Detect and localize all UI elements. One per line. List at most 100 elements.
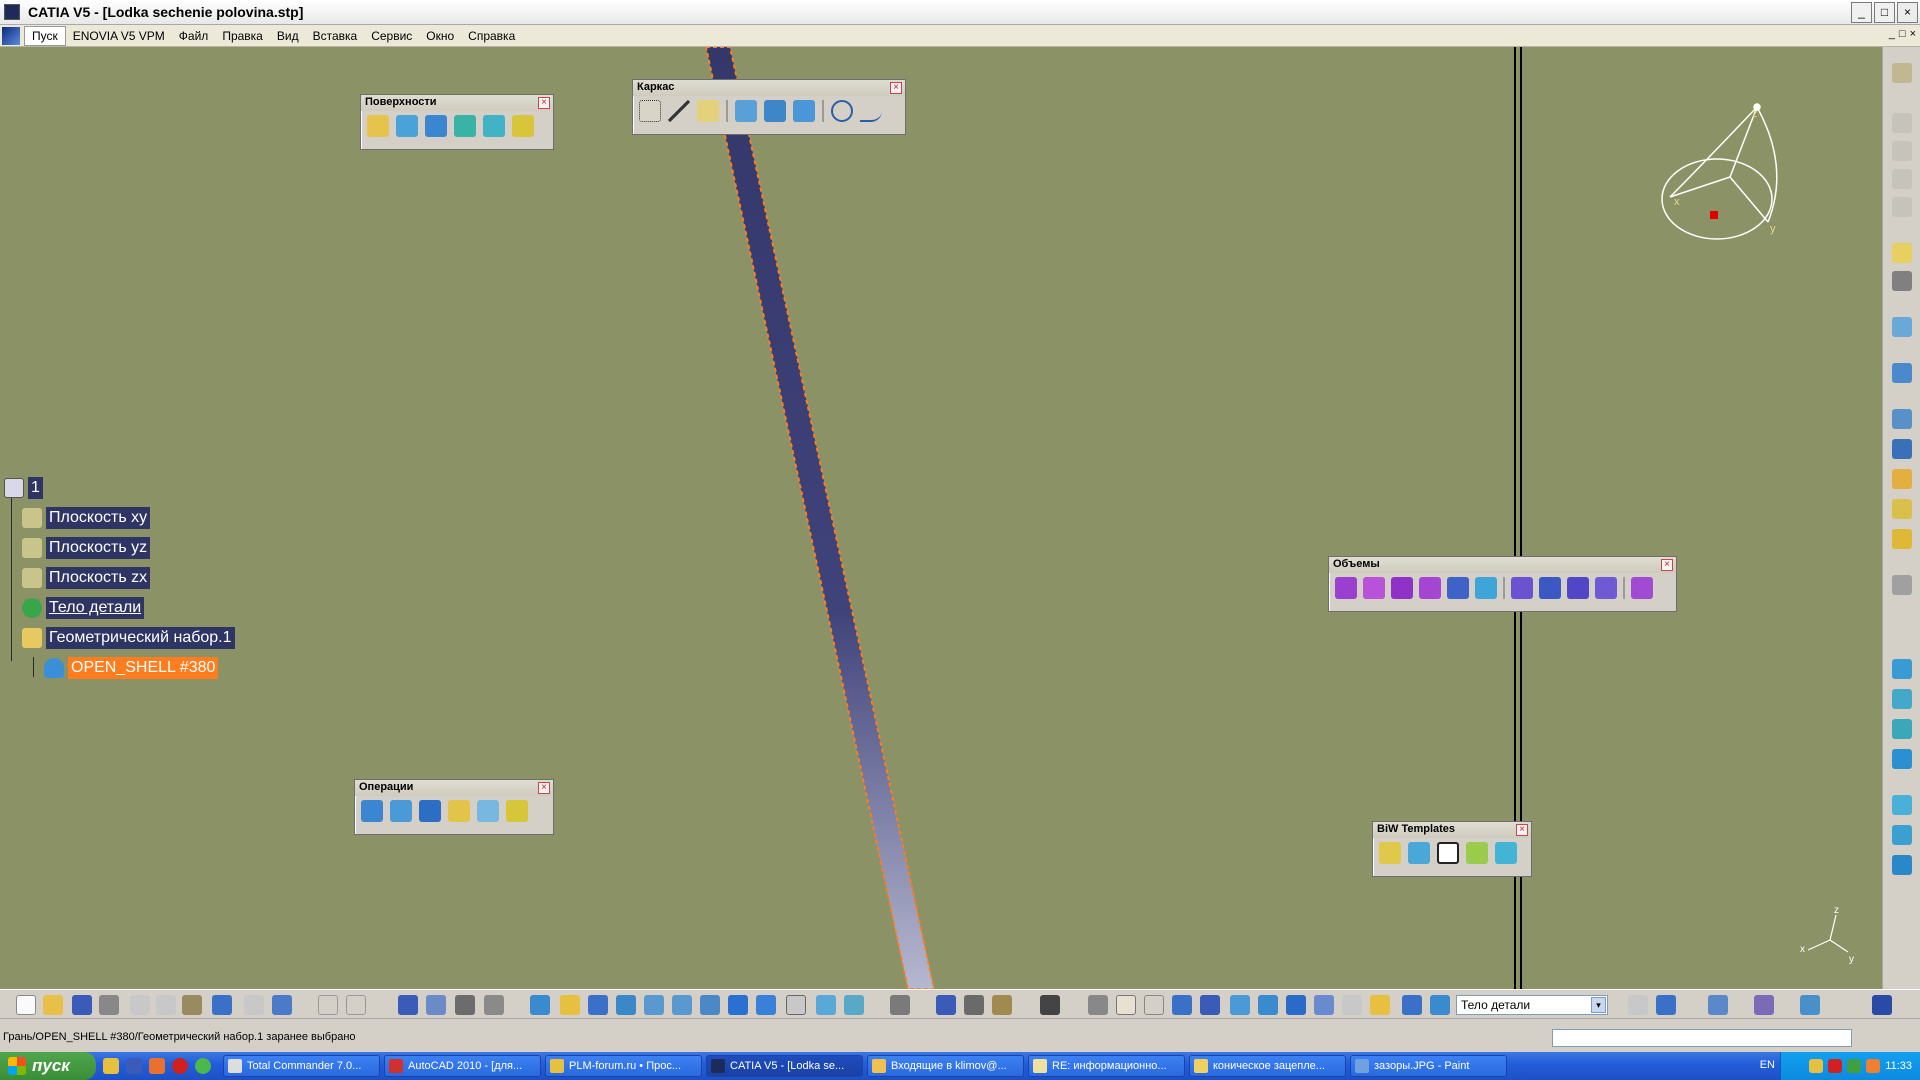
- window-split-icon[interactable]: [1656, 995, 1676, 1015]
- volume-intersect-icon[interactable]: [1567, 577, 1589, 599]
- volume-extrude-icon[interactable]: [1335, 577, 1357, 599]
- tree-view-icon[interactable]: [1172, 995, 1192, 1015]
- menu-enovia[interactable]: ENOVIA V5 VPM: [66, 27, 172, 45]
- tools-icon[interactable]: [1892, 575, 1912, 595]
- sketch-analysis-icon[interactable]: [890, 995, 910, 1015]
- rotate-icon[interactable]: [616, 995, 636, 1015]
- toolbar-operations[interactable]: Операции ×: [354, 779, 554, 835]
- snap-icon[interactable]: [1892, 271, 1912, 291]
- volume-thick-icon[interactable]: [1447, 577, 1469, 599]
- sweep-surface-icon[interactable]: [425, 115, 447, 137]
- surface-analysis-icon[interactable]: [1892, 659, 1912, 679]
- plane-icon[interactable]: [697, 100, 719, 122]
- search-icon[interactable]: [1370, 995, 1390, 1015]
- biw-bead-icon[interactable]: [1495, 842, 1517, 864]
- hand-icon[interactable]: [1116, 995, 1136, 1015]
- projection-icon[interactable]: [735, 100, 757, 122]
- volume-add-icon[interactable]: [1511, 577, 1533, 599]
- tray-icon[interactable]: [1809, 1059, 1824, 1073]
- ordered-set-icon[interactable]: [1258, 995, 1278, 1015]
- tree-item-geometric-set[interactable]: Геометрический набор.1: [22, 627, 235, 649]
- measure-inertia-icon[interactable]: [992, 995, 1012, 1015]
- toolbar-surfaces[interactable]: Поверхности ×: [360, 94, 554, 150]
- measure-between-icon[interactable]: [936, 995, 956, 1015]
- tree-item-open-shell[interactable]: OPEN_SHELL #380: [44, 657, 219, 679]
- toolbar-biw-templates[interactable]: BiW Templates ×: [1372, 821, 1532, 877]
- mdi-close-button[interactable]: ×: [1910, 28, 1916, 40]
- volume-revolve-icon[interactable]: [1363, 577, 1385, 599]
- volume-split-icon[interactable]: [1631, 577, 1653, 599]
- task-catia[interactable]: CATIA V5 - [Lodka se...: [706, 1055, 863, 1077]
- circle-icon[interactable]: [831, 100, 853, 122]
- opera-icon[interactable]: [172, 1058, 188, 1074]
- pan-icon[interactable]: [588, 995, 608, 1015]
- start-button[interactable]: пуск: [0, 1052, 96, 1080]
- formula-icon[interactable]: [318, 995, 338, 1015]
- blend-icon[interactable]: [1892, 825, 1912, 845]
- language-indicator[interactable]: EN: [1760, 1059, 1775, 1071]
- menu-view[interactable]: Вид: [270, 27, 306, 45]
- tray-icon[interactable]: [1828, 1059, 1843, 1073]
- select-arrow-icon[interactable]: [1892, 243, 1912, 263]
- compass-icon[interactable]: [1661, 103, 1778, 240]
- toolbar-close-button[interactable]: ×: [538, 782, 550, 794]
- tree-item-plane-yz[interactable]: Плоскость yz: [22, 537, 151, 559]
- cut-icon[interactable]: [130, 995, 150, 1015]
- sketcher-icon[interactable]: [1892, 317, 1912, 337]
- toolbar-title[interactable]: Объемы: [1329, 557, 1676, 573]
- toolbar-title[interactable]: Операции: [355, 780, 553, 796]
- floppy-icon[interactable]: [126, 1058, 142, 1074]
- print-icon[interactable]: [99, 995, 119, 1015]
- connect-icon[interactable]: [1892, 719, 1912, 739]
- grid-display-icon[interactable]: [1200, 995, 1220, 1015]
- volume-close-icon[interactable]: [1475, 577, 1497, 599]
- split-icon[interactable]: [390, 800, 412, 822]
- law-icon[interactable]: [1892, 469, 1912, 489]
- biw-diabolo-icon[interactable]: [1408, 842, 1430, 864]
- tray-icon[interactable]: [1866, 1059, 1881, 1073]
- knowledge-icon[interactable]: [426, 995, 446, 1015]
- menu-window[interactable]: Окно: [419, 27, 461, 45]
- offset-icon[interactable]: [793, 100, 815, 122]
- spell-check-icon[interactable]: [1708, 995, 1728, 1015]
- menu-edit[interactable]: Правка: [215, 27, 270, 45]
- window-layout-icon[interactable]: [1628, 995, 1648, 1015]
- draft-analysis-icon[interactable]: [1892, 749, 1912, 769]
- close-button[interactable]: ×: [1897, 2, 1918, 23]
- task-inbox[interactable]: Входящие в klimov@...: [867, 1055, 1024, 1077]
- toolbar-title[interactable]: Каркас: [633, 80, 905, 96]
- menu-file[interactable]: Файл: [172, 27, 216, 45]
- multi-view-icon[interactable]: [728, 995, 748, 1015]
- menu-tools[interactable]: Сервис: [364, 27, 419, 45]
- swap-visible-icon[interactable]: [844, 995, 864, 1015]
- curvature-icon[interactable]: [1892, 689, 1912, 709]
- zoom-in-icon[interactable]: [644, 995, 664, 1015]
- task-folder[interactable]: коническое зацепле...: [1189, 1055, 1346, 1077]
- table-icon[interactable]: [398, 995, 418, 1015]
- whats-this-icon[interactable]: [272, 995, 292, 1015]
- toolbar-close-button[interactable]: ×: [890, 82, 902, 94]
- menu-help[interactable]: Справка: [461, 27, 522, 45]
- fill-surface-icon[interactable]: [454, 115, 476, 137]
- shape-icon[interactable]: [1892, 795, 1912, 815]
- redo-icon[interactable]: [244, 995, 264, 1015]
- fly-mode-icon[interactable]: [530, 995, 550, 1015]
- toolbar-volumes[interactable]: Объемы ×: [1328, 556, 1677, 612]
- extrapolate-icon[interactable]: [506, 800, 528, 822]
- fit-all-icon[interactable]: [560, 995, 580, 1015]
- tree-item-plane-zx[interactable]: Плоскость zx: [22, 567, 151, 589]
- current-body-select[interactable]: Тело детали ▾: [1456, 995, 1608, 1015]
- tree-item-plane-xy[interactable]: Плоскость xy: [22, 507, 151, 529]
- output-icon[interactable]: [1892, 363, 1912, 383]
- iso-view-icon[interactable]: [756, 995, 776, 1015]
- 3d-viewport[interactable]: x y z z x y 1 Плоскость xy Плоскость yz: [0, 47, 1882, 989]
- toolbar-close-button[interactable]: ×: [1661, 559, 1673, 571]
- loft-surface-icon[interactable]: [483, 115, 505, 137]
- tray-icon[interactable]: [1847, 1059, 1862, 1073]
- chrome-icon[interactable]: [103, 1058, 119, 1074]
- icq-icon[interactable]: [195, 1058, 211, 1074]
- biw-mating-flange-icon[interactable]: [1466, 842, 1488, 864]
- fillet-icon[interactable]: [419, 800, 441, 822]
- undo-icon[interactable]: [212, 995, 232, 1015]
- scan-icon[interactable]: [1342, 995, 1362, 1015]
